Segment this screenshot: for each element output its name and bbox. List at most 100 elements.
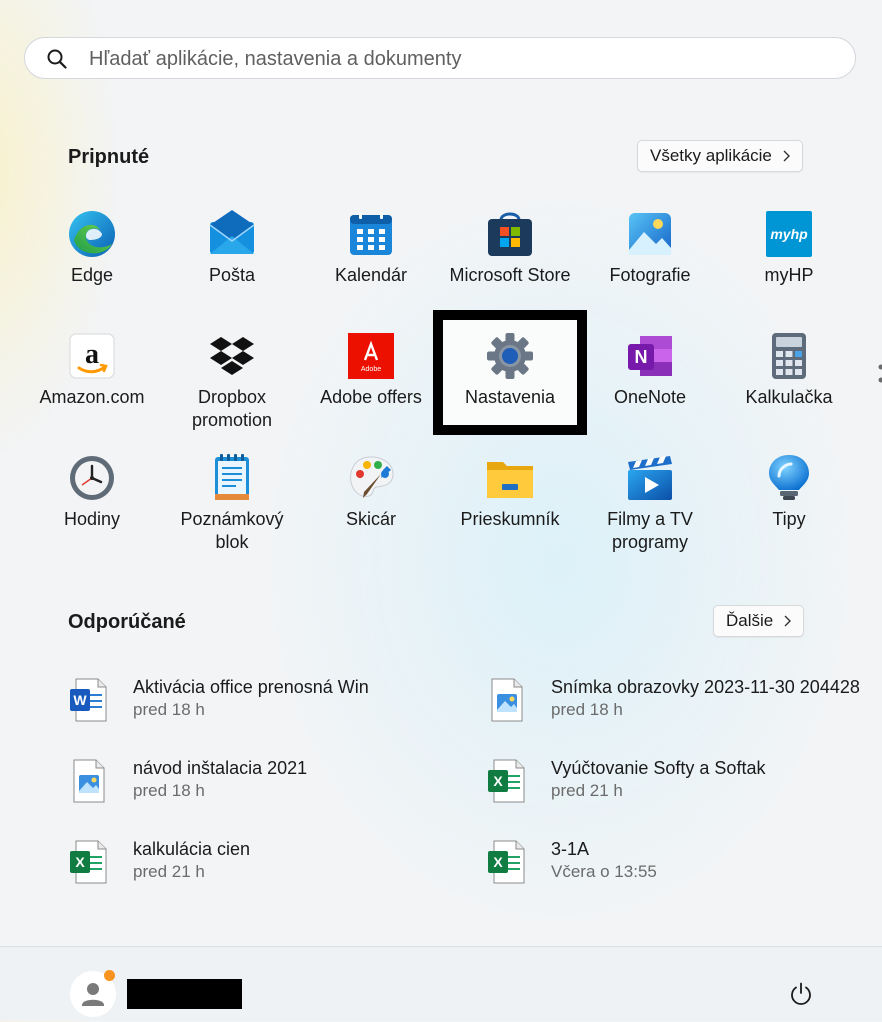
all-apps-button[interactable]: Všetky aplikácie — [637, 140, 803, 172]
app-label: Nastavenia — [440, 386, 580, 409]
recommended-time: pred 18 h — [133, 781, 205, 801]
recommended-name: návod inštalacia 2021 — [133, 758, 443, 779]
recommended-name: Aktivácia office prenosná Win — [133, 677, 443, 698]
svg-text:X: X — [493, 854, 503, 870]
mail-icon — [208, 210, 256, 258]
recommended-title: Odporúčané — [68, 611, 186, 634]
pinned-app-edge[interactable]: Edge — [22, 210, 162, 287]
adobe-logo-text: Adobe — [361, 366, 381, 373]
all-apps-label: Všetky aplikácie — [650, 146, 772, 166]
recommended-item[interactable]: W Aktivácia office prenosná Win pred 18 … — [68, 677, 448, 737]
power-icon[interactable] — [788, 981, 814, 1007]
word-file-icon: W — [68, 677, 108, 723]
chevron-right-icon — [782, 150, 790, 162]
amazon-icon: a — [68, 332, 116, 380]
recommended-time: pred 18 h — [133, 700, 205, 720]
svg-text:W: W — [73, 692, 87, 708]
recommended-time: pred 21 h — [551, 781, 623, 801]
pinned-app-tips[interactable]: Tipy — [719, 454, 859, 531]
edge-icon — [68, 210, 116, 258]
excel-file-icon: X — [486, 839, 526, 885]
app-label: Prieskumník — [440, 508, 580, 531]
movies-icon — [626, 454, 674, 502]
recommended-name: kalkulácia cien — [133, 839, 443, 860]
app-label: Tipy — [719, 508, 859, 531]
pinned-app-photos[interactable]: Fotografie — [580, 210, 720, 287]
onenote-letter: N — [635, 347, 648, 367]
pinned-app-notepad[interactable]: Poznámkový blok — [162, 454, 302, 554]
pinned-app-explorer[interactable]: Prieskumník — [440, 454, 580, 531]
app-label: Adobe offers — [301, 386, 441, 409]
notepad-icon — [208, 454, 256, 502]
app-label: Filmy a TV programy — [580, 508, 720, 554]
recommended-time: Včera o 13:55 — [551, 862, 657, 882]
app-label: Skicár — [301, 508, 441, 531]
excel-file-icon: X — [68, 839, 108, 885]
recommended-item[interactable]: návod inštalacia 2021 pred 18 h — [68, 758, 448, 818]
pinned-app-myhp[interactable]: myhp myHP — [719, 210, 859, 287]
pinned-app-dropbox[interactable]: Dropbox promotion — [162, 332, 302, 432]
adobe-icon: Adobe — [347, 332, 395, 380]
app-label: Kalkulačka — [719, 386, 859, 409]
svg-text:a: a — [85, 339, 99, 370]
pinned-app-calculator[interactable]: Kalkulačka — [719, 332, 859, 409]
more-label: Ďalšie — [726, 611, 773, 631]
recommended-name: Vyúčtovanie Softy a Softak — [551, 758, 861, 779]
app-label: OneNote — [580, 386, 720, 409]
app-label: Dropbox promotion — [162, 386, 302, 432]
paint-icon — [347, 454, 395, 502]
pinned-app-movies[interactable]: Filmy a TV programy — [580, 454, 720, 554]
recommended-item[interactable]: X Vyúčtovanie Softy a Softak pred 21 h — [486, 758, 866, 818]
pinned-app-store[interactable]: Microsoft Store — [440, 210, 580, 287]
dropbox-icon — [208, 332, 256, 380]
app-label: Hodiny — [22, 508, 162, 531]
lightbulb-icon — [765, 454, 813, 502]
chevron-right-icon — [783, 615, 791, 627]
notification-dot — [104, 970, 115, 981]
recommended-item[interactable]: X kalkulácia cien pred 21 h — [68, 839, 448, 899]
app-label: Poznámkový blok — [162, 508, 302, 554]
calendar-icon — [347, 210, 395, 258]
app-label: myHP — [719, 264, 859, 287]
recommended-time: pred 21 h — [133, 862, 205, 882]
app-label: Pošta — [162, 264, 302, 287]
image-file-icon — [486, 677, 526, 723]
search-bar[interactable] — [24, 37, 856, 79]
myhp-icon: myhp — [765, 210, 813, 258]
start-footer — [0, 946, 882, 1021]
recommended-name: 3-1A — [551, 839, 861, 860]
svg-text:X: X — [493, 773, 503, 789]
folder-icon — [486, 454, 534, 502]
search-input[interactable] — [87, 38, 831, 80]
image-file-icon — [68, 758, 108, 804]
recommended-time: pred 18 h — [551, 700, 623, 720]
app-label: Microsoft Store — [440, 264, 580, 287]
app-label: Kalendár — [301, 264, 441, 287]
calculator-icon — [765, 332, 813, 380]
user-name-redacted — [127, 979, 242, 1009]
pinned-title: Pripnuté — [68, 146, 149, 169]
pinned-app-amazon[interactable]: a Amazon.com — [22, 332, 162, 409]
pager-dots-icon[interactable] — [876, 362, 882, 392]
excel-file-icon: X — [486, 758, 526, 804]
app-label: Edge — [22, 264, 162, 287]
pinned-app-paint[interactable]: Skicár — [301, 454, 441, 531]
myhp-logo-text: myhp — [770, 226, 808, 242]
recommended-name: Snímka obrazovky 2023-11-30 204428 — [551, 677, 861, 698]
pinned-app-settings[interactable]: Nastavenia — [440, 332, 580, 409]
pinned-app-onenote[interactable]: N OneNote — [580, 332, 720, 409]
onenote-icon: N — [626, 332, 674, 380]
photos-icon — [626, 210, 674, 258]
pinned-app-calendar[interactable]: Kalendár — [301, 210, 441, 287]
app-label: Amazon.com — [22, 386, 162, 409]
pinned-app-clock[interactable]: Hodiny — [22, 454, 162, 531]
gear-icon — [486, 332, 534, 380]
clock-icon — [68, 454, 116, 502]
pinned-app-mail[interactable]: Pošta — [162, 210, 302, 287]
more-button[interactable]: Ďalšie — [713, 605, 804, 637]
app-label: Fotografie — [580, 264, 720, 287]
recommended-item[interactable]: X 3-1A Včera o 13:55 — [486, 839, 866, 899]
pinned-app-adobe[interactable]: Adobe Adobe offers — [301, 332, 441, 409]
recommended-item[interactable]: Snímka obrazovky 2023-11-30 204428 pred … — [486, 677, 866, 737]
search-icon — [47, 49, 67, 69]
